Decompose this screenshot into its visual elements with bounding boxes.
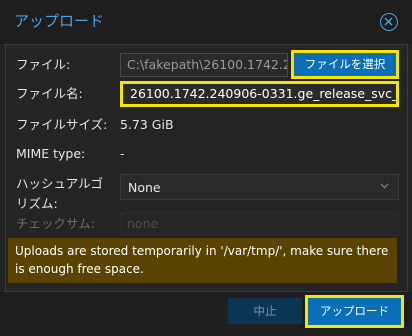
filename-input[interactable]: 26100.1742.240906-0331.ge_release_svc_re: [120, 81, 399, 107]
choose-file-highlight: ファイルを選択: [291, 50, 399, 79]
file-label: ファイル:: [16, 57, 71, 72]
dialog-header: アップロード: [0, 0, 412, 44]
checksum-input[interactable]: none: [120, 212, 399, 236]
filename-value: 26100.1742.240906-0331.ge_release_svc_re: [130, 86, 399, 101]
file-path-field: C:\fakepath\26100.1742.24: [120, 53, 288, 77]
mime-value: -: [120, 146, 125, 161]
dialog-title: アップロード: [14, 12, 105, 30]
upload-dialog: アップロード ファイル: C:\fakepath\26100.1742.24 フ…: [0, 0, 412, 336]
filename-label: ファイル名:: [16, 86, 83, 101]
mime-label: MIME type:: [16, 146, 86, 161]
filesize-value: 5.73 GiB: [120, 117, 174, 132]
filesize-label: ファイルサイズ:: [16, 117, 108, 132]
checksum-placeholder: none: [127, 216, 159, 231]
upload-button[interactable]: アップロード: [308, 298, 401, 325]
hash-label-line2: リズム:: [16, 196, 58, 211]
hash-label-line1: ハッシュアルゴ: [16, 176, 103, 191]
hash-algorithm-label: ハッシュアルゴ リズム:: [16, 174, 103, 214]
chevron-down-icon: [380, 183, 389, 189]
close-icon[interactable]: [380, 13, 398, 31]
hash-algorithm-select[interactable]: None: [120, 174, 399, 200]
upload-highlight: アップロード: [305, 295, 404, 328]
hash-selected-value: None: [128, 180, 161, 195]
cancel-button[interactable]: 中止: [228, 298, 302, 324]
checksum-label: チェックサム:: [16, 216, 95, 231]
warning-banner: Uploads are stored temporarily in '/var/…: [8, 238, 397, 283]
choose-file-button[interactable]: ファイルを選択: [294, 53, 396, 76]
